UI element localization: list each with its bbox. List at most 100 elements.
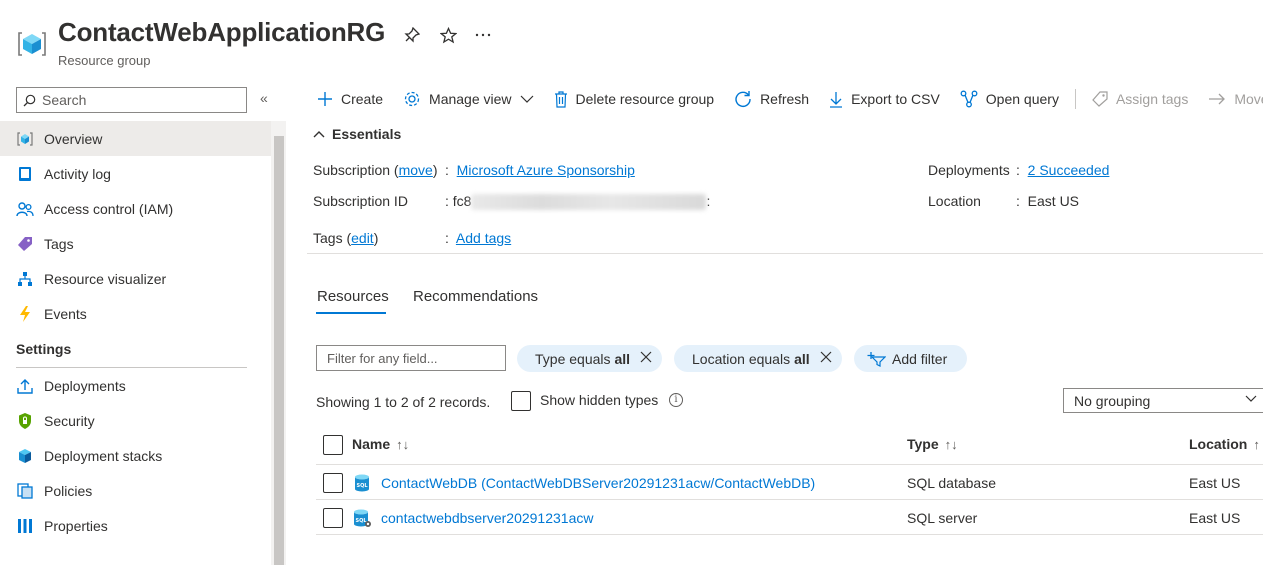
location-value: East US [1027,193,1080,209]
grouping-dropdown[interactable]: No grouping [1063,388,1263,413]
add-tags-link[interactable]: Add tags [456,230,511,246]
chevron-up-icon [313,131,325,138]
pin-icon[interactable] [399,22,425,48]
add-filter-button[interactable]: Add filter [854,345,968,372]
sidebar-item-label: Overview [44,130,103,147]
grouping-value: No grouping [1074,392,1151,409]
subscription-id-label: Subscription ID [313,193,408,209]
command-bar: Create Manage view Delete resource group… [307,84,1263,114]
move-button[interactable]: Move [1198,84,1263,114]
refresh-label: Refresh [760,91,810,107]
type-filter-pill[interactable]: Type equals all [517,345,663,372]
sort-icon: ↑ [1253,437,1260,452]
sidebar-nav: Overview Activity log Access control (IA… [0,121,271,543]
sidebar-search-input[interactable]: Search [16,87,247,113]
sidebar-item-label: Access control (IAM) [44,200,174,217]
upload-icon [16,377,34,395]
tags-edit-link[interactable]: edit [351,230,374,246]
sidebar-scrollbar-thumb[interactable] [274,136,284,565]
show-hidden-types-checkbox[interactable] [511,391,531,411]
open-query-button[interactable]: Open query [950,84,1069,114]
sidebar-search-placeholder: Search [42,92,87,108]
records-count: Showing 1 to 2 of 2 records. [316,394,491,410]
column-header-name[interactable]: Name ↑↓ [352,436,409,452]
sidebar-item-policies[interactable]: Policies [0,473,271,508]
sidebar-item-properties[interactable]: Properties [0,508,271,543]
page-header: ContactWebApplicationRG Resource group [0,0,1263,80]
sidebar-item-overview[interactable]: Overview [0,121,271,156]
settings-heading: Settings [16,341,72,357]
resource-name-link[interactable]: ContactWebDB (ContactWebDBServer20291231… [381,475,815,491]
select-all-checkbox[interactable] [323,435,343,455]
resource-name-link[interactable]: contactwebdbserver20291231acw [381,510,593,526]
essentials-heading: Essentials [332,126,402,142]
remove-filter-icon[interactable] [640,350,652,368]
location-filter-label: Location equals [692,350,791,367]
add-filter-icon [867,351,886,367]
info-icon[interactable]: i [669,393,683,407]
location-filter-value: all [794,350,810,367]
export-label: Export to CSV [851,91,940,107]
properties-icon [16,517,34,535]
sidebar-item-events[interactable]: Events [0,296,271,331]
resource-location: East US [1189,475,1241,491]
chevron-down-icon [520,95,533,103]
tags-label: Tags (edit) [313,230,379,246]
delete-resource-group-button[interactable]: Delete resource group [544,84,725,114]
deployments-link[interactable]: 2 Succeeded [1028,162,1110,178]
sidebar-item-label: Properties [44,517,108,534]
visualizer-icon [16,270,34,288]
activity-log-icon [16,165,34,183]
essentials-divider [307,253,1263,254]
filter-input[interactable]: Filter for any field... [316,345,506,371]
more-options-icon[interactable] [470,22,496,48]
sidebar: Search « Overview Activity log Access co… [0,80,286,565]
essentials-toggle[interactable]: Essentials [313,126,401,142]
sidebar-item-access-control[interactable]: Access control (IAM) [0,191,271,226]
assign-tags-button[interactable]: Assign tags [1082,84,1198,114]
export-csv-button[interactable]: Export to CSV [819,84,950,114]
subscription-link[interactable]: Microsoft Azure Sponsorship [457,162,635,178]
sql-server-icon: SQL [354,509,371,527]
row-checkbox[interactable] [323,508,343,528]
assign-tags-label: Assign tags [1115,91,1189,107]
column-header-location[interactable]: Location ↑ [1189,436,1260,452]
sidebar-item-label: Tags [44,235,74,252]
type-filter-value: all [614,350,631,367]
deployments-label: Deployments [928,162,1010,178]
sidebar-item-activity-log[interactable]: Activity log [0,156,271,191]
delete-label: Delete resource group [575,91,715,107]
location-filter-pill[interactable]: Location equals all [674,345,842,372]
shield-icon [16,412,34,430]
tag-outline-icon [1092,91,1108,107]
open-query-label: Open query [985,91,1059,107]
column-header-type[interactable]: Type ↑↓ [907,436,958,452]
sidebar-item-resource-visualizer[interactable]: Resource visualizer [0,261,271,296]
table-header-divider [316,464,1263,465]
tab-resources[interactable]: Resources [317,288,389,305]
sidebar-item-label: Policies [44,482,93,499]
sidebar-item-security[interactable]: Security [0,403,271,438]
row-checkbox[interactable] [323,473,343,493]
subscription-move-link[interactable]: move [399,162,433,178]
sidebar-item-deployments[interactable]: Deployments [0,368,271,403]
sort-icon: ↑↓ [944,437,958,452]
tab-recommendations[interactable]: Recommendations [413,288,538,305]
create-label: Create [341,91,384,107]
sidebar-item-label: Security [44,412,95,429]
favorite-star-icon[interactable] [435,22,461,48]
table-row-divider [316,499,1263,500]
sidebar-item-label: Resource visualizer [44,270,167,287]
collapse-sidebar-button[interactable]: « [260,90,268,106]
create-button[interactable]: Create [307,84,393,114]
plus-icon [318,92,332,106]
arrow-right-icon [1209,93,1226,105]
sidebar-item-tags[interactable]: Tags [0,226,271,261]
subscription-id-value: fc8 [452,193,472,209]
type-filter-label: Type equals [535,350,611,367]
remove-filter-icon[interactable] [820,350,832,368]
sidebar-item-deployment-stacks[interactable]: Deployment stacks [0,438,271,473]
refresh-button[interactable]: Refresh [724,84,819,114]
sidebar-item-label: Activity log [44,165,111,182]
manage-view-button[interactable]: Manage view [393,84,544,114]
